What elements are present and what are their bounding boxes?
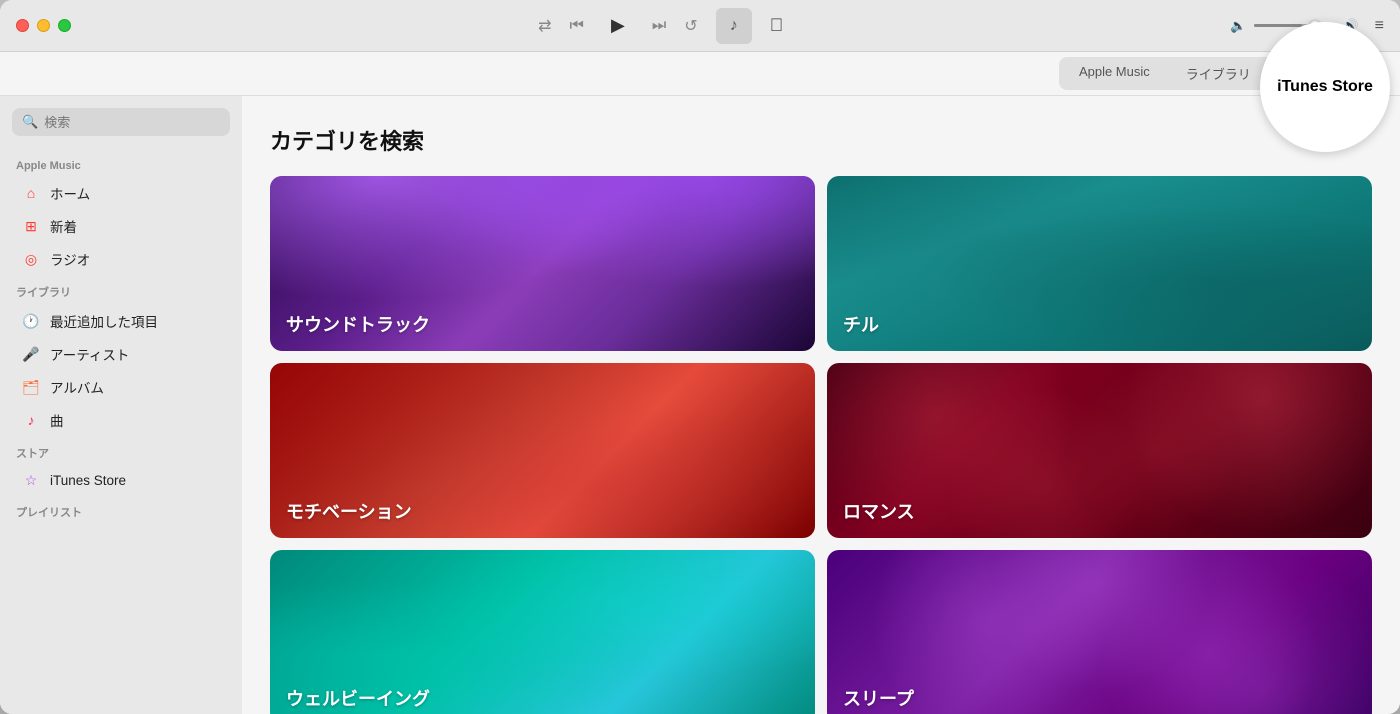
minimize-button[interactable] bbox=[37, 19, 50, 32]
now-playing-icon[interactable]: ♪ bbox=[716, 8, 752, 44]
sidebar-item-radio[interactable]: ◎ ラジオ bbox=[6, 243, 236, 275]
album-icon: 🗂 bbox=[22, 379, 40, 396]
playback-controls: ⇄ ⏮ ▶ ⏭ ↺ ♪  bbox=[91, 8, 1230, 44]
sidebar-item-albums-label: アルバム bbox=[50, 377, 104, 397]
recent-icon: 🕐 bbox=[22, 313, 40, 330]
volume-low-icon: 🔈 bbox=[1230, 18, 1246, 34]
sidebar-item-artists-label: アーティスト bbox=[50, 344, 129, 364]
home-icon: ⌂ bbox=[22, 185, 40, 201]
sidebar-item-itunes-store[interactable]: ☆ iTunes Store bbox=[6, 466, 236, 495]
itunes-store-badge: iTunes Store bbox=[1260, 22, 1390, 152]
category-card-romance[interactable]: ロマンス bbox=[827, 363, 1372, 538]
sidebar-item-artists[interactable]: 🎤 アーティスト bbox=[6, 338, 236, 370]
sidebar-item-new[interactable]: ⊞ 新着 bbox=[6, 210, 236, 242]
menu-button[interactable]: ≡ bbox=[1375, 17, 1384, 35]
page-title: カテゴリを検索 bbox=[270, 124, 1372, 156]
category-card-motivation[interactable]: モチベーション bbox=[270, 363, 815, 538]
category-card-soundtrack[interactable]: サウンドトラック bbox=[270, 176, 815, 351]
titlebar: ⇄ ⏮ ▶ ⏭ ↺ ♪  🔈 🔊 ≡ bbox=[0, 0, 1400, 52]
category-label-chill: チル bbox=[843, 311, 879, 337]
category-label-wellbeing: ウェルビーイング bbox=[286, 685, 430, 711]
new-icon: ⊞ bbox=[22, 218, 40, 235]
main-content: 🔍 Apple Music ⌂ ホーム ⊞ 新着 ◎ ラジオ ライブラリ 🕐 最… bbox=[0, 96, 1400, 714]
sidebar-section-store: ストア bbox=[0, 437, 242, 465]
sidebar-item-albums[interactable]: 🗂 アルバム bbox=[6, 371, 236, 403]
app-window: ⇄ ⏮ ▶ ⏭ ↺ ♪  🔈 🔊 ≡ Apple Music ライブラリ iT… bbox=[0, 0, 1400, 714]
sidebar-item-itunes-store-label: iTunes Store bbox=[50, 473, 126, 488]
apple-logo:  bbox=[770, 15, 784, 36]
song-icon: ♪ bbox=[22, 412, 40, 428]
categories-grid: サウンドトラック チル モチベーション ロマンス ウェルビーイング bbox=[270, 176, 1372, 714]
play-button[interactable]: ▶ bbox=[602, 10, 634, 42]
shuffle-button[interactable]: ⇄ bbox=[538, 16, 551, 36]
traffic-lights bbox=[16, 19, 71, 32]
category-card-wellbeing[interactable]: ウェルビーイング bbox=[270, 550, 815, 714]
category-card-chill[interactable]: チル bbox=[827, 176, 1372, 351]
repeat-button[interactable]: ↺ bbox=[684, 16, 697, 36]
category-label-sleep: スリープ bbox=[843, 685, 914, 711]
content-area: カテゴリを検索 サウンドトラック チル モチベーション ロマンス bbox=[242, 96, 1400, 714]
sidebar-section-library: ライブラリ bbox=[0, 276, 242, 304]
radio-icon: ◎ bbox=[22, 251, 40, 268]
sidebar-section-playlists: プレイリスト bbox=[0, 496, 242, 524]
artist-icon: 🎤 bbox=[22, 346, 40, 363]
category-card-sleep[interactable]: スリープ bbox=[827, 550, 1372, 714]
tab-library[interactable]: ライブラリ bbox=[1168, 59, 1269, 88]
close-button[interactable] bbox=[16, 19, 29, 32]
sidebar-item-new-label: 新着 bbox=[50, 216, 77, 236]
search-input[interactable] bbox=[44, 115, 220, 130]
search-bar[interactable]: 🔍 bbox=[12, 108, 230, 136]
search-icon: 🔍 bbox=[22, 114, 38, 130]
sidebar: 🔍 Apple Music ⌂ ホーム ⊞ 新着 ◎ ラジオ ライブラリ 🕐 最… bbox=[0, 96, 242, 714]
sidebar-item-songs[interactable]: ♪ 曲 bbox=[6, 404, 236, 436]
sidebar-item-recent[interactable]: 🕐 最近追加した項目 bbox=[6, 305, 236, 337]
sidebar-item-home-label: ホーム bbox=[50, 183, 90, 203]
sidebar-item-radio-label: ラジオ bbox=[50, 249, 90, 269]
sidebar-section-apple-music: Apple Music bbox=[0, 152, 242, 176]
tabbar: Apple Music ライブラリ iTunes Store iTunes St… bbox=[0, 52, 1400, 96]
rewind-button[interactable]: ⏮ bbox=[569, 17, 583, 35]
sidebar-item-recent-label: 最近追加した項目 bbox=[50, 311, 158, 331]
maximize-button[interactable] bbox=[58, 19, 71, 32]
sidebar-item-songs-label: 曲 bbox=[50, 410, 64, 430]
category-label-motivation: モチベーション bbox=[286, 498, 412, 524]
category-label-soundtrack: サウンドトラック bbox=[286, 311, 430, 337]
tab-apple-music[interactable]: Apple Music bbox=[1061, 59, 1168, 88]
category-label-romance: ロマンス bbox=[843, 498, 915, 524]
sidebar-item-home[interactable]: ⌂ ホーム bbox=[6, 177, 236, 209]
forward-button[interactable]: ⏭ bbox=[652, 17, 666, 35]
itunes-store-icon: ☆ bbox=[22, 472, 40, 489]
